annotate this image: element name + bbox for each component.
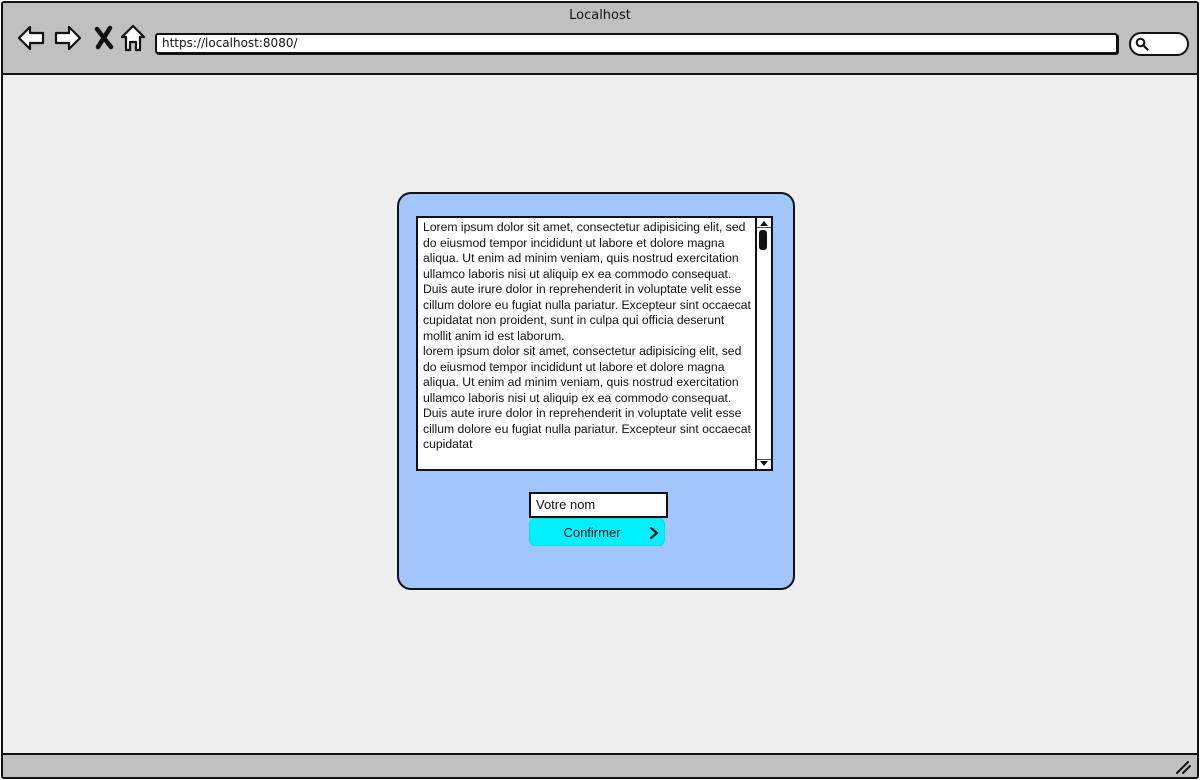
vertical-scrollbar[interactable] [755,218,771,469]
scroll-down-icon[interactable] [757,459,771,469]
text-area[interactable]: Lorem ipsum dolor sit amet, consectetur … [416,216,773,471]
confirm-button-label: Confirmer [563,525,621,540]
stop-icon[interactable] [90,23,120,53]
home-icon[interactable] [119,23,149,53]
chevron-right-icon [649,526,659,540]
resize-grip-icon[interactable] [1175,760,1191,774]
search-icon [1135,37,1149,51]
browser-window: Localhost https://localhost:8080/ Lorem … [1,1,1199,779]
browser-titlebar: Localhost https://localhost:8080/ [3,3,1197,75]
window-title: Localhost [569,8,631,23]
scroll-thumb[interactable] [759,230,767,250]
scroll-up-icon[interactable] [757,218,771,228]
forward-arrow-icon[interactable] [53,23,83,53]
search-box[interactable] [1129,32,1189,56]
form-panel: Lorem ipsum dolor sit amet, consectetur … [397,192,795,590]
name-input[interactable]: Votre nom [529,492,668,518]
address-bar[interactable]: https://localhost:8080/ [155,33,1118,54]
back-arrow-icon[interactable] [16,23,46,53]
page-content: Lorem ipsum dolor sit amet, consectetur … [3,75,1197,753]
status-bar [3,753,1197,777]
text-area-content: Lorem ipsum dolor sit amet, consectetur … [423,220,751,451]
confirm-button[interactable]: Confirmer [529,518,665,546]
